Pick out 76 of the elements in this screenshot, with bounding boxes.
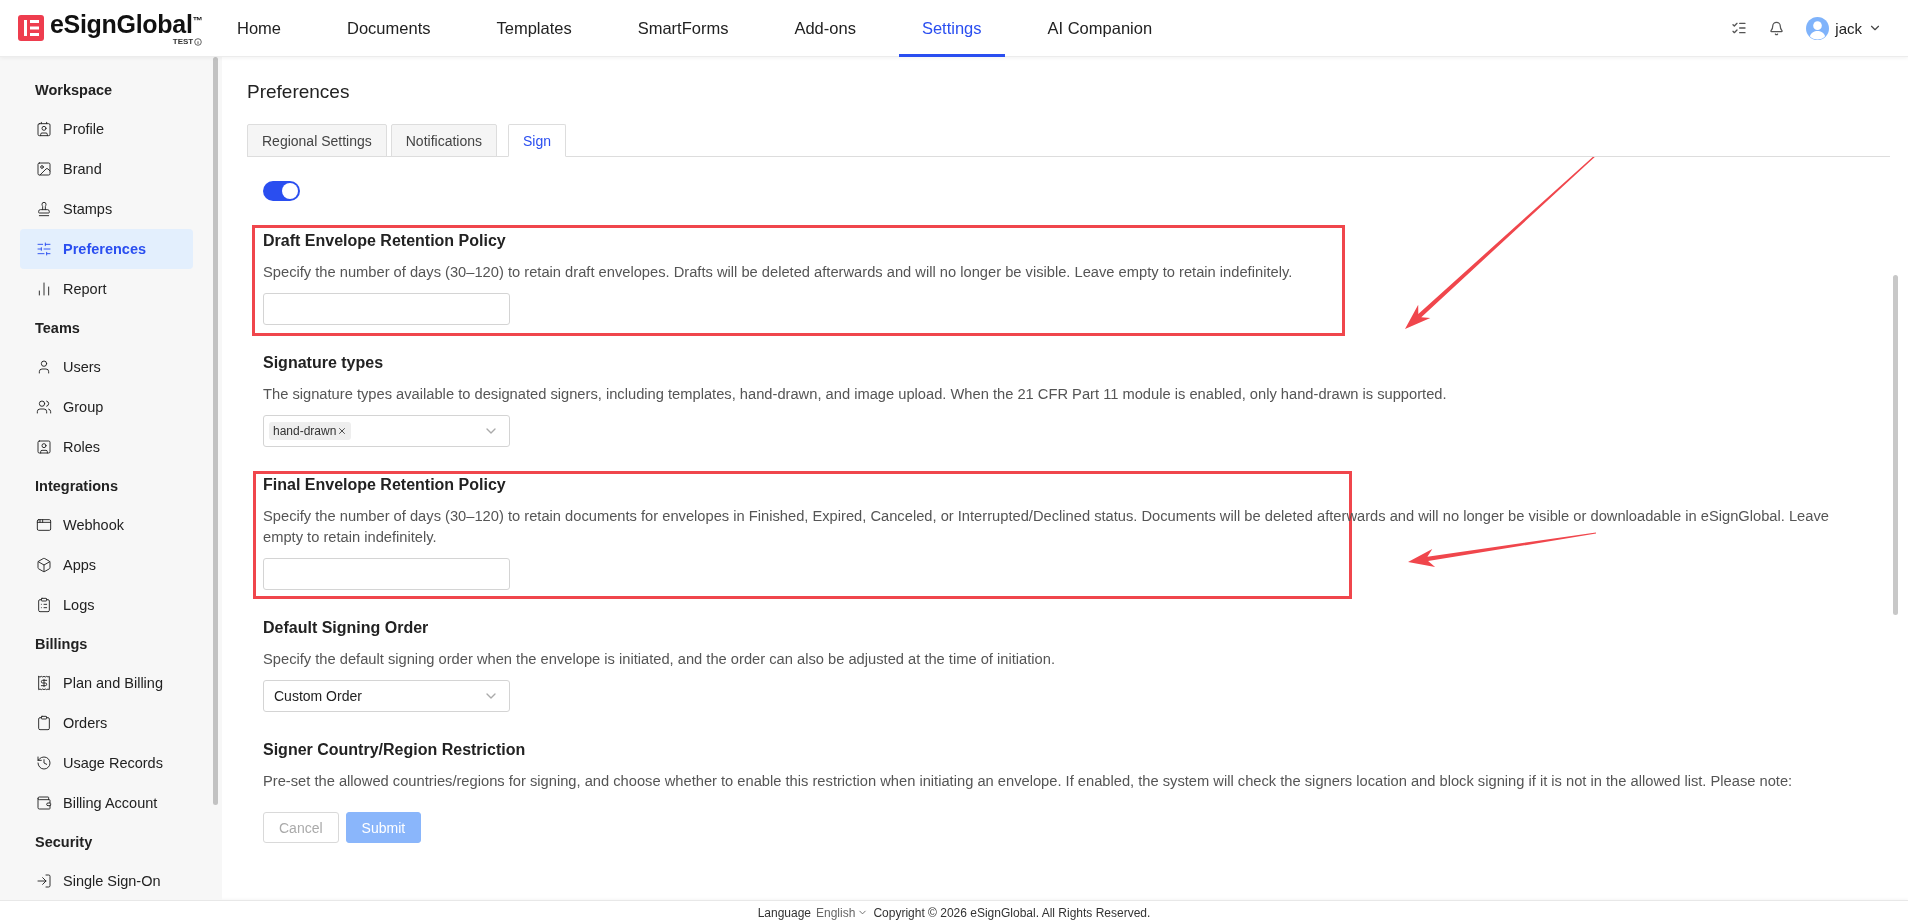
sidebar-item[interactable]: Usage Records xyxy=(20,743,193,783)
number-field[interactable] xyxy=(263,558,510,590)
clipboard-list-icon xyxy=(36,597,52,613)
logo-icon xyxy=(18,15,44,41)
info-icon xyxy=(194,37,203,46)
sidebar-group-title: Billings xyxy=(34,635,89,654)
receipt-icon xyxy=(36,675,52,691)
task-list-icon[interactable] xyxy=(1731,20,1748,36)
clipboard-icon xyxy=(36,715,52,731)
users-icon xyxy=(36,399,52,415)
scrollbar-thumb[interactable] xyxy=(213,57,218,805)
cube-icon xyxy=(36,557,52,573)
nav-tab[interactable]: Home xyxy=(214,0,304,57)
sidebar-item[interactable]: Group xyxy=(20,387,193,427)
tag: hand-drawn xyxy=(269,422,352,440)
sidebar-item[interactable]: Billing Account xyxy=(20,783,193,823)
preferences-tab[interactable]: Regional Settings xyxy=(247,124,387,157)
window-icon xyxy=(36,517,52,533)
sidebar-item[interactable]: Brand xyxy=(20,149,193,189)
sidebar-item[interactable]: Users xyxy=(20,347,193,387)
section-description: Specify the default signing order when the envelope is initiated, and the order can also be adjusted at the time of initiation. xyxy=(263,650,1056,669)
user-card-icon xyxy=(36,439,52,455)
nav-tab[interactable]: SmartForms xyxy=(614,0,752,57)
scrollbar-thumb[interactable] xyxy=(1893,275,1898,615)
user-icon xyxy=(36,359,52,375)
section-title: Final Envelope Retention Policy xyxy=(263,475,507,495)
sidebar-group-title: Teams xyxy=(34,319,81,338)
section-description: Pre-set the allowed countries/regions for signing, and choose whether to enable this restriction when initiating an envelope. If enabled, the system will check the signers location and block signing if it is not in the allowed list. Please note: xyxy=(263,772,1794,791)
signature-type-select[interactable]: hand-drawn xyxy=(263,415,510,447)
sidebar-item[interactable]: Stamps xyxy=(20,189,193,229)
toggle-switch[interactable] xyxy=(263,181,300,201)
sidebar-item[interactable]: Single Sign-On xyxy=(20,861,193,900)
preferences-tab[interactable]: Notifications xyxy=(390,124,497,157)
section-title: Signer Country/Region Restriction xyxy=(263,740,527,760)
id-card-icon xyxy=(36,121,52,137)
signing-order-select[interactable]: Custom Order xyxy=(263,680,510,712)
nav-tab[interactable]: Templates xyxy=(473,0,595,57)
preferences-tab[interactable]: Sign xyxy=(508,124,567,157)
sign-in-icon xyxy=(36,873,52,889)
image-icon xyxy=(36,161,52,177)
sliders-icon xyxy=(36,241,52,257)
sidebar-item[interactable]: Roles xyxy=(20,427,193,467)
sidebar-item[interactable]: Report xyxy=(20,269,193,309)
sidebar-group-title: Integrations xyxy=(34,477,119,496)
sidebar-item[interactable]: Apps xyxy=(20,545,193,585)
language-picker[interactable]: English xyxy=(816,905,869,920)
nav-tab[interactable]: Documents xyxy=(324,0,454,57)
user-name[interactable]: jack xyxy=(1835,19,1862,37)
sidebar-item[interactable]: Profile xyxy=(20,109,193,149)
sidebar-item[interactable]: Webhook xyxy=(20,505,193,545)
sidebar-group-title: Workspace xyxy=(34,81,114,100)
section-description: Specify the number of days (30–120) to retain draft envelopes. Drafts will be deleted afterwards and will no longer be visible. Leave empty to retain indefinitely. xyxy=(263,263,1294,282)
page-title: Preferences xyxy=(247,79,351,104)
language-label: Language xyxy=(757,905,811,920)
nav-tab[interactable]: AI Companion xyxy=(1024,0,1176,57)
history-icon xyxy=(36,755,52,771)
sidebar-item[interactable]: Plan and Billing xyxy=(20,663,193,703)
number-field[interactable] xyxy=(263,293,510,325)
stamp-icon xyxy=(36,201,52,217)
sidebar-item[interactable]: Preferences xyxy=(20,229,193,269)
bar-chart-icon xyxy=(36,281,52,297)
nav-tab[interactable]: Settings xyxy=(898,0,1005,57)
remove-icon[interactable] xyxy=(337,426,348,436)
brand-name: eSignGlobal$^{™}$ xyxy=(50,10,203,39)
nav-tab[interactable]: Add-ons xyxy=(771,0,879,57)
wallet-icon xyxy=(36,795,52,811)
environment-label: TEST xyxy=(172,37,194,46)
sidebar-item[interactable]: Logs xyxy=(20,585,193,625)
section-description: The signature types available to designated signers, including templates, hand-drawn, and image upload. When the 21 CFR Part 11 module is enabled, only hand-drawn is supported. xyxy=(263,385,1448,404)
section-title: Default Signing Order xyxy=(263,618,430,638)
section-title: Signature types xyxy=(263,353,385,373)
sidebar-item[interactable]: Orders xyxy=(20,703,193,743)
section-title: Draft Envelope Retention Policy xyxy=(263,231,507,251)
copyright-text: Copyright © 2026 eSignGlobal. All Rights Reserved. xyxy=(873,905,1151,920)
notification-bell-icon[interactable] xyxy=(1769,20,1785,36)
sidebar-group-title: Security xyxy=(34,833,94,852)
